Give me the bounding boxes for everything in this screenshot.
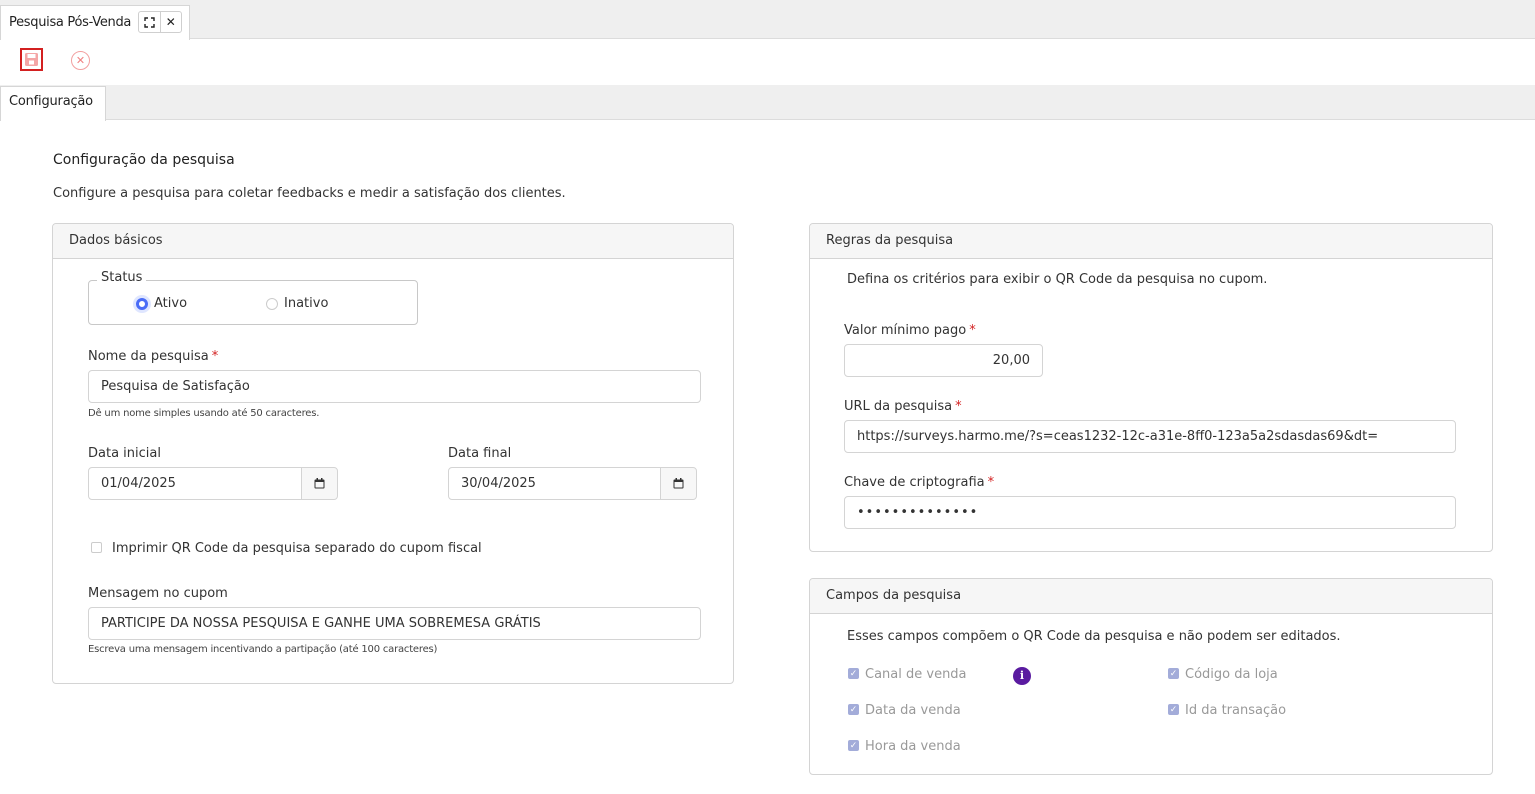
close-icon[interactable]: ✕ (159, 12, 182, 32)
survey-rules-panel: Regras da pesquisa Defina os critérios p… (809, 223, 1493, 552)
page-title: Configuração da pesquisa (53, 152, 235, 168)
start-date-label: Data inicial (88, 446, 161, 461)
basic-data-header: Dados básicos (53, 224, 733, 259)
info-icon[interactable]: i (1013, 667, 1031, 685)
field-label-hora-venda: Hora da venda (865, 739, 961, 754)
survey-fields-header: Campos da pesquisa (810, 579, 1492, 614)
required-mark: * (969, 323, 976, 338)
coupon-message-input[interactable]: PARTICIPE DA NOSSA PESQUISA E GANHE UMA … (88, 607, 701, 640)
encryption-key-label: Chave de criptografia * (844, 475, 995, 490)
field-checkbox-data-venda: ✓ (848, 704, 859, 715)
section-tab-bar: Configuração (0, 85, 1535, 121)
min-value-input[interactable]: 20,00 (844, 344, 1043, 377)
survey-url-input[interactable]: https://surveys.harmo.me/?s=ceas1232-12c… (844, 420, 1456, 453)
coupon-message-hint: Escreva uma mensagem incentivando a part… (88, 644, 438, 655)
basic-data-panel: Dados básicos Status Ativo Inativo Nome … (52, 223, 734, 684)
field-label-id-transacao: Id da transação (1185, 703, 1287, 718)
field-label-canal-venda: Canal de venda (865, 667, 967, 682)
coupon-message-label: Mensagem no cupom (88, 586, 228, 601)
encryption-key-input[interactable]: •••••••••••••• (844, 496, 1456, 529)
tab-configuracao[interactable]: Configuração (0, 86, 106, 121)
tab-button-group: ✕ (138, 11, 182, 33)
survey-rules-header: Regras da pesquisa (810, 224, 1492, 259)
survey-name-label: Nome da pesquisa * (88, 349, 219, 364)
end-date-value: 30/04/2025 (461, 476, 536, 491)
start-date-input[interactable]: 01/04/2025 (88, 467, 338, 500)
print-qr-label: Imprimir QR Code da pesquisa separado do… (112, 541, 482, 556)
required-mark: * (987, 475, 995, 490)
min-value-label: Valor mínimo pago * (844, 323, 976, 338)
end-date-input[interactable]: 30/04/2025 (448, 467, 697, 500)
required-mark: * (955, 399, 962, 414)
print-qr-checkbox[interactable] (91, 542, 102, 553)
survey-fields-description: Esses campos compõem o QR Code da pesqui… (847, 629, 1341, 644)
status-label-ativo: Ativo (154, 296, 188, 311)
document-tab[interactable]: Pesquisa Pós-Venda ✕ (0, 5, 190, 40)
status-legend: Status (97, 270, 147, 285)
expand-icon[interactable] (139, 12, 160, 32)
field-checkbox-canal-venda: ✓ (848, 668, 859, 679)
survey-fields-panel: Campos da pesquisa Esses campos compõem … (809, 578, 1493, 775)
field-label-data-venda: Data da venda (865, 703, 961, 718)
status-radio-ativo[interactable] (136, 298, 148, 310)
field-checkbox-codigo-loja: ✓ (1168, 668, 1179, 679)
window-tab-bar: Pesquisa Pós-Venda ✕ (0, 0, 1535, 40)
end-date-label: Data final (448, 446, 512, 461)
document-tab-title: Pesquisa Pós-Venda (9, 15, 132, 30)
survey-name-input[interactable]: Pesquisa de Satisfação (88, 370, 701, 403)
calendar-icon[interactable] (301, 468, 337, 499)
required-mark: * (211, 349, 219, 364)
toolbar: ✕ (0, 40, 1535, 85)
start-date-value: 01/04/2025 (101, 476, 176, 491)
cancel-icon[interactable]: ✕ (71, 51, 90, 70)
page-description: Configure a pesquisa para coletar feedba… (53, 186, 566, 201)
status-radio-inativo[interactable] (266, 298, 278, 310)
save-icon[interactable] (20, 48, 43, 71)
survey-name-hint: Dê um nome simples usando até 50 caracte… (88, 408, 320, 419)
field-checkbox-hora-venda: ✓ (848, 740, 859, 751)
field-label-codigo-loja: Código da loja (1185, 667, 1278, 682)
status-label-inativo: Inativo (284, 296, 329, 311)
survey-rules-description: Defina os critérios para exibir o QR Cod… (847, 272, 1268, 287)
survey-url-label: URL da pesquisa * (844, 399, 962, 414)
calendar-icon[interactable] (660, 468, 696, 499)
field-checkbox-id-transacao: ✓ (1168, 704, 1179, 715)
